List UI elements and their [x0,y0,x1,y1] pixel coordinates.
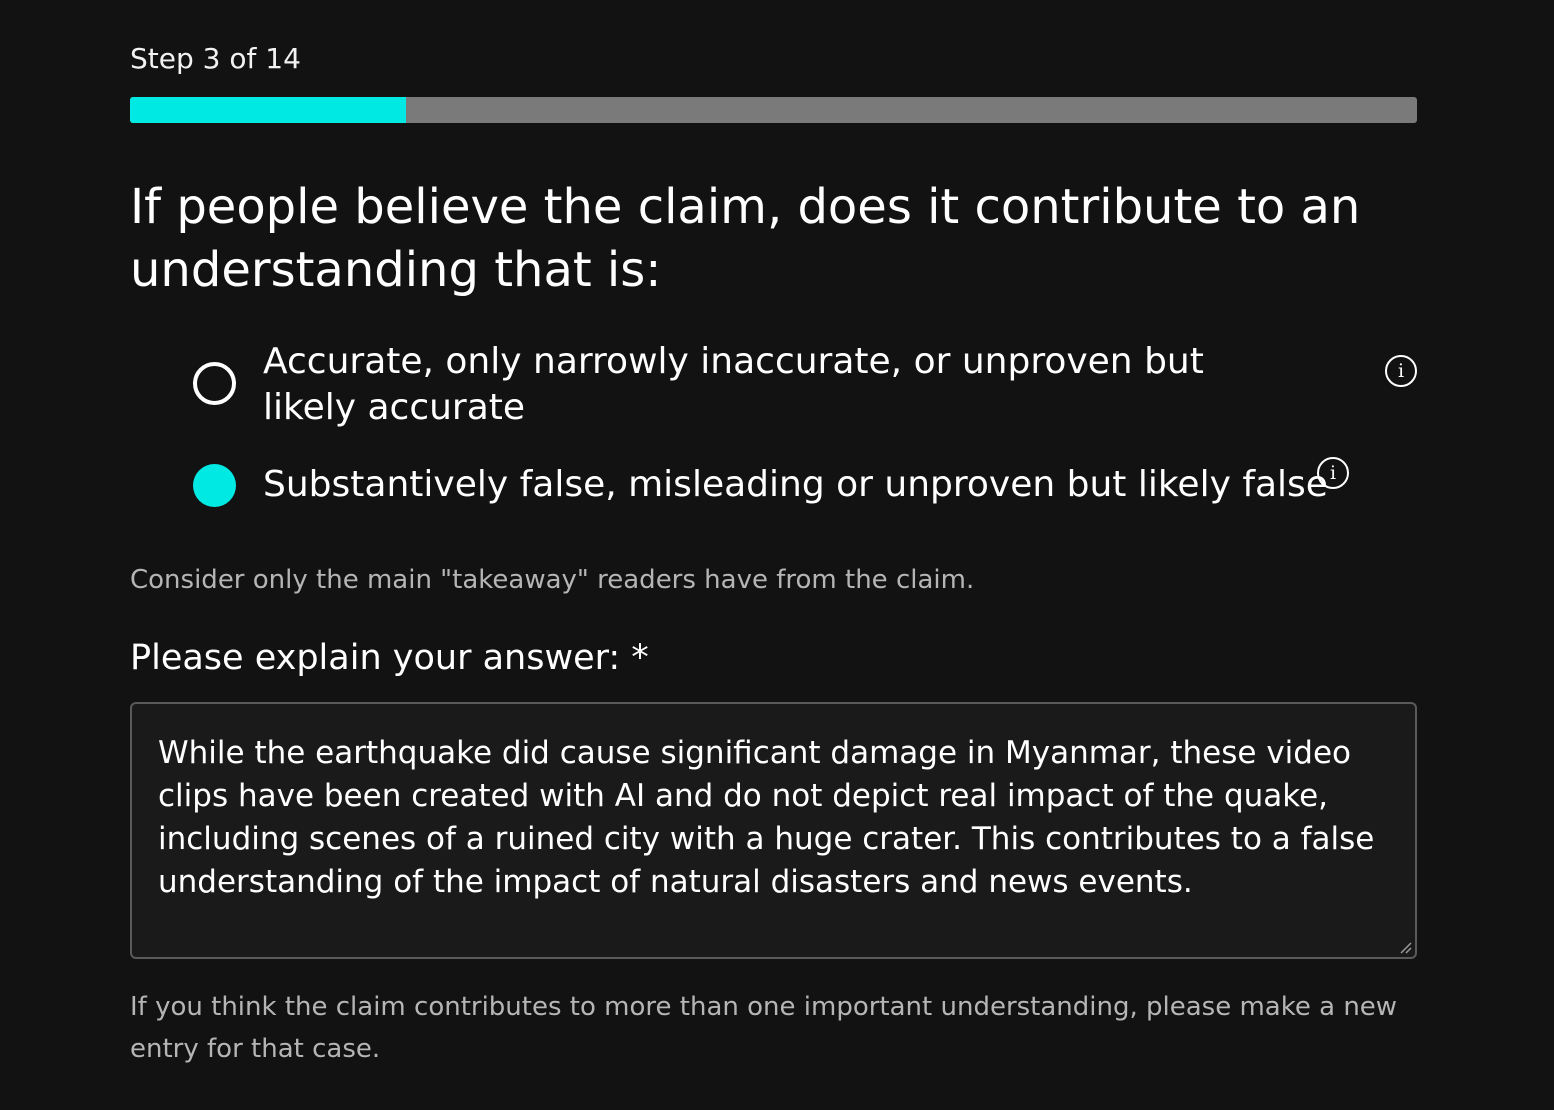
resize-grip-icon[interactable] [1398,940,1412,954]
progress-bar [130,97,1417,123]
step-counter: Step 3 of 14 [130,42,301,75]
option-false[interactable]: Substantively false, misleading or unpro… [193,464,1333,508]
info-icon[interactable]: i [1385,355,1417,387]
option-accurate-label: Accurate, only narrowly inaccurate, or u… [263,341,1204,428]
takeaway-hint: Consider only the main "takeaway" reader… [130,565,975,595]
question-title: If people believe the claim, does it con… [130,179,1361,298]
option-accurate[interactable]: Accurate, only narrowly inaccurate, or u… [193,339,1293,431]
explain-textarea-value: While the earthquake did cause significa… [158,735,1375,900]
radio-false-selected[interactable] [193,464,236,507]
explain-textarea[interactable]: While the earthquake did cause significa… [130,702,1417,959]
radio-accurate[interactable] [193,362,236,405]
explain-label: Please explain your answer: * [130,638,649,678]
info-icon[interactable]: i [1317,457,1349,489]
progress-bar-fill [130,97,406,123]
multiple-understanding-hint: If you think the claim contributes to mo… [130,992,1398,1064]
option-false-label: Substantively false, misleading or unpro… [263,464,1328,505]
